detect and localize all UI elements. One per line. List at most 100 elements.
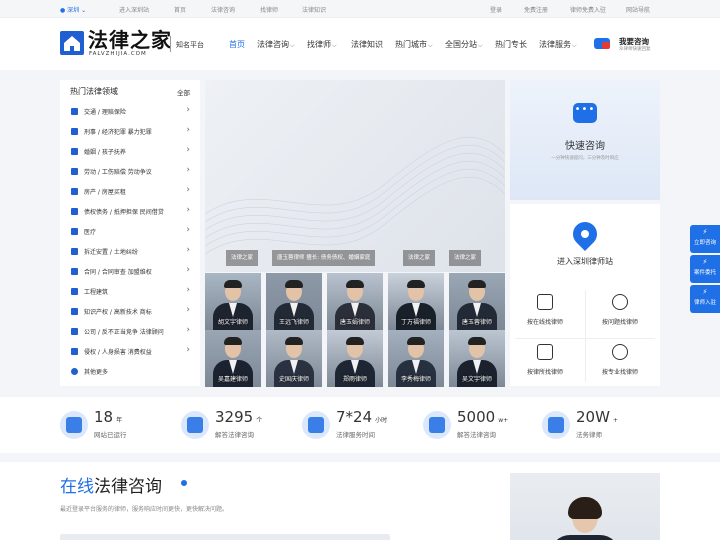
logo-subtitle: FALVZHIJIA.COM bbox=[89, 51, 147, 57]
chevron-right-icon: › bbox=[186, 125, 190, 135]
category-item[interactable]: 其他更多 bbox=[60, 362, 200, 382]
featured-lawyer-photo[interactable] bbox=[510, 473, 660, 540]
lawyer-join-link[interactable]: 律师免费入驻 bbox=[570, 5, 606, 14]
side-tab-label: 律师入驻 bbox=[693, 300, 716, 306]
lawyer-card[interactable]: 郑雨律师 bbox=[327, 330, 383, 387]
logo-tag: 知名平台 bbox=[176, 41, 204, 49]
side-tab-label: 立即咨询 bbox=[693, 240, 716, 246]
chat-bubble-accent-icon bbox=[602, 42, 610, 49]
side-tab[interactable]: ⚡ 律师入驻 bbox=[690, 285, 720, 313]
lawyer-card[interactable]: 吴文宇律师 bbox=[449, 330, 505, 387]
side-tab[interactable]: ⚡ 案件委托 bbox=[690, 255, 720, 283]
category-item[interactable]: 侵权 / 人身损害 消费权益 › bbox=[60, 342, 200, 362]
lawyer-card[interactable]: 王远飞律师 bbox=[266, 273, 322, 330]
top-home-link[interactable]: 首页 bbox=[174, 5, 186, 14]
debt-icon bbox=[71, 208, 78, 215]
logo-house-icon[interactable] bbox=[60, 31, 84, 55]
service-item[interactable]: 按问题找律师 bbox=[585, 294, 655, 326]
lawyer-card[interactable]: 胡文宇律师 bbox=[205, 273, 261, 330]
stat-unit: 年 bbox=[116, 417, 123, 424]
quick-consult-card[interactable]: ••• 快速咨询 一分钟快速提问，三分钟及时响应 bbox=[510, 80, 660, 200]
category-item[interactable]: 知识产权 / 高新技术 商标 › bbox=[60, 302, 200, 322]
category-item[interactable]: 房产 / 房屋买租 › bbox=[60, 182, 200, 202]
banner-tag-2[interactable]: 唐玉蓉律师 擅长: 债务债权、婚姻家庭 bbox=[272, 250, 376, 266]
enter-city-site-link[interactable]: 进入深圳律师站 bbox=[510, 256, 660, 267]
login-link[interactable]: 登录 bbox=[490, 5, 502, 14]
nav-item-7[interactable]: 热门专长 bbox=[495, 39, 527, 50]
category-item[interactable]: 交通 / 理赔保险 › bbox=[60, 102, 200, 122]
nav-item-6[interactable]: 全国分站⌵ bbox=[445, 39, 483, 50]
lawyer-card[interactable]: 唐玉娟律师 bbox=[327, 273, 383, 330]
city-selector[interactable]: ● 深圳 ⌄ bbox=[60, 5, 86, 14]
lawyer-card[interactable]: 李秀梅律师 bbox=[388, 330, 444, 387]
stat-item: 7*24 小时 法律服务时间 bbox=[302, 397, 420, 453]
stat-unit: 个 bbox=[256, 417, 263, 424]
service-item[interactable]: 按律所找律师 bbox=[510, 344, 580, 376]
category-item[interactable]: 工程建筑 › bbox=[60, 282, 200, 302]
user-icon: ⚡ bbox=[702, 288, 708, 296]
lawyer-card[interactable]: 吴嘉建律师 bbox=[205, 330, 261, 387]
lawyer-card[interactable]: 史国庆律师 bbox=[266, 330, 322, 387]
category-item[interactable]: 公司 / 反不正当竞争 法律顾问 › bbox=[60, 322, 200, 342]
category-item[interactable]: 医疗 › bbox=[60, 222, 200, 242]
city-label: 深圳 bbox=[67, 7, 80, 14]
lawyer-name: 丁万福律师 bbox=[400, 319, 431, 326]
category-item[interactable]: 婚姻 / 孩子抚养 › bbox=[60, 142, 200, 162]
chevron-down-icon: ⌵ bbox=[572, 42, 577, 49]
banner-tag-1[interactable]: 法律之家 bbox=[226, 250, 259, 266]
category-label: 劳动 / 工伤赔偿 劳动争议 bbox=[84, 169, 152, 176]
top-knowledge-link[interactable]: 法律知识 bbox=[302, 5, 326, 14]
nav-item-1[interactable]: 首页 bbox=[229, 39, 245, 50]
lawyer-name: 吴嘉建律师 bbox=[217, 376, 248, 383]
mail-icon bbox=[60, 411, 88, 439]
service-label: 按在线找律师 bbox=[526, 319, 563, 326]
service-item[interactable]: 按专业找律师 bbox=[585, 344, 655, 376]
side-tab[interactable]: ⚡ 立即咨询 bbox=[690, 225, 720, 253]
chevron-right-icon: › bbox=[186, 285, 190, 295]
service-label: 按律所找律师 bbox=[526, 369, 563, 376]
nav-item-4[interactable]: 法律知识 bbox=[351, 39, 383, 50]
enter-city-link[interactable]: 进入深圳站 bbox=[119, 5, 149, 14]
category-item[interactable]: 合同 / 合同审查 加盟维权 › bbox=[60, 262, 200, 282]
section-subtitle: 最近登录平台服务的律师，服务响应时间更快，更快解决问题。 bbox=[60, 506, 229, 513]
lightbulb-icon bbox=[612, 294, 628, 310]
site-nav-link[interactable]: 网站导航 bbox=[626, 5, 650, 14]
category-item[interactable]: 拆迁安置 / 土地纠纷 › bbox=[60, 242, 200, 262]
stat-value-row: 3295 个 bbox=[215, 408, 262, 426]
nav-item-5[interactable]: 热门城市⌵ bbox=[395, 39, 433, 50]
lawyer-card[interactable]: 丁万福律师 bbox=[388, 273, 444, 330]
stat-item: 20W + 法务律师 bbox=[542, 397, 660, 453]
top-bar: ● 深圳 ⌄ 进入深圳站 首页 法律咨询 找律师 法律知识 登录 免费注册 律师… bbox=[0, 0, 720, 18]
service-label: 按专业找律师 bbox=[601, 369, 638, 376]
top-consult-link[interactable]: 法律咨询 bbox=[211, 5, 235, 14]
database-icon bbox=[542, 411, 570, 439]
register-link[interactable]: 免费注册 bbox=[524, 5, 548, 14]
chevron-right-icon: › bbox=[186, 205, 190, 215]
category-item[interactable]: 刑事 / 经济犯罪 暴力犯罪 › bbox=[60, 122, 200, 142]
category-item[interactable]: 劳动 / 工伤赔偿 劳动争议 › bbox=[60, 162, 200, 182]
category-all-link[interactable]: 全部 bbox=[177, 87, 190, 97]
section-title-rest: 法律咨询 bbox=[94, 477, 162, 497]
nav-item-label: 首页 bbox=[229, 40, 245, 49]
nav-item-label: 法律知识 bbox=[351, 40, 383, 49]
banner[interactable] bbox=[205, 80, 505, 272]
lawyer-name: 唐玉娟律师 bbox=[339, 319, 370, 326]
service-item[interactable]: 按在线找律师 bbox=[510, 294, 580, 326]
category-label: 债权债务 / 抵押担保 民间借贷 bbox=[84, 209, 164, 216]
nav-item-8[interactable]: 法律服务⌵ bbox=[539, 39, 577, 50]
category-label: 公司 / 反不正当竞争 法律顾问 bbox=[84, 329, 164, 336]
online-consult-section: 在线法律咨询 最近登录平台服务的律师，服务响应时间更快，更快解决问题。 bbox=[0, 462, 720, 540]
banner-tag-4[interactable]: 法律之家 bbox=[449, 250, 482, 266]
chevron-right-icon: › bbox=[186, 105, 190, 115]
nav-item-2[interactable]: 法律咨询⌵ bbox=[257, 39, 295, 50]
lawyer-card[interactable]: 唐玉蓉律师 bbox=[449, 273, 505, 330]
category-label: 医疗 bbox=[84, 229, 97, 236]
top-find-lawyer-link[interactable]: 找律师 bbox=[260, 5, 278, 14]
category-panel-title: 热门法律领域 bbox=[70, 87, 118, 96]
category-item[interactable]: 债权债务 / 抵押担保 民间借贷 › bbox=[60, 202, 200, 222]
chevron-right-icon: › bbox=[186, 165, 190, 175]
nav-item-3[interactable]: 找律师⌵ bbox=[307, 39, 337, 50]
nav-item-label: 热门专长 bbox=[495, 40, 527, 49]
banner-tag-3[interactable]: 法律之家 bbox=[403, 250, 436, 266]
logo-title[interactable]: 法律之家 bbox=[88, 29, 172, 51]
